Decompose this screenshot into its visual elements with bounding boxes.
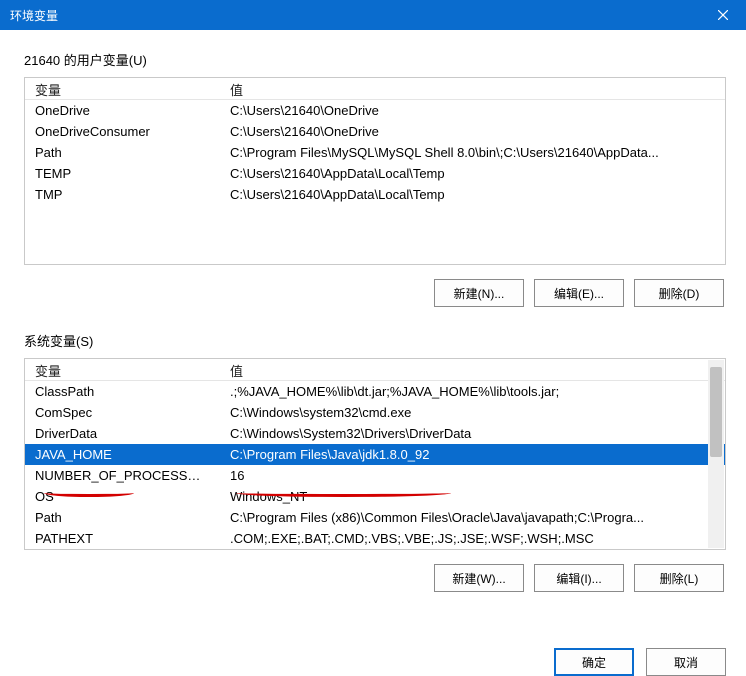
ok-button[interactable]: 确定 <box>554 648 634 676</box>
user-variables-table[interactable]: 变量 值 OneDriveC:\Users\21640\OneDriveOneD… <box>24 77 726 265</box>
column-header-variable[interactable]: 变量 <box>25 359 220 380</box>
user-button-row: 新建(N)... 编辑(E)... 删除(D) <box>24 279 726 307</box>
table-row[interactable]: PathC:\Program Files\MySQL\MySQL Shell 8… <box>25 142 725 163</box>
column-header-value[interactable]: 值 <box>220 78 725 99</box>
column-header-value[interactable]: 值 <box>220 359 725 380</box>
table-row[interactable]: DriverDataC:\Windows\System32\Drivers\Dr… <box>25 423 725 444</box>
cell-variable: TEMP <box>25 163 220 184</box>
scrollbar-thumb[interactable] <box>710 367 722 457</box>
system-new-button[interactable]: 新建(W)... <box>434 564 524 592</box>
cell-variable: OS <box>25 486 220 507</box>
close-button[interactable] <box>700 0 746 30</box>
cell-variable: OneDriveConsumer <box>25 121 220 142</box>
system-button-row: 新建(W)... 编辑(I)... 删除(L) <box>24 564 726 592</box>
user-new-button[interactable]: 新建(N)... <box>434 279 524 307</box>
user-section-label: 21640 的用户变量(U) <box>24 50 726 69</box>
cell-value: C:\Program Files\Java\jdk1.8.0_92 <box>220 444 725 465</box>
cell-value: 16 <box>220 465 725 486</box>
table-row[interactable]: OneDriveConsumerC:\Users\21640\OneDrive <box>25 121 725 142</box>
cell-variable: DriverData <box>25 423 220 444</box>
close-icon <box>718 10 728 20</box>
table-row[interactable]: TEMPC:\Users\21640\AppData\Local\Temp <box>25 163 725 184</box>
cell-variable: PATHEXT <box>25 528 220 549</box>
system-delete-button[interactable]: 删除(L) <box>634 564 724 592</box>
cell-value: C:\Program Files (x86)\Common Files\Orac… <box>220 507 725 528</box>
cell-value: C:\Users\21640\AppData\Local\Temp <box>220 163 725 184</box>
table-row[interactable]: ComSpecC:\Windows\system32\cmd.exe <box>25 402 725 423</box>
cell-value: C:\Windows\system32\cmd.exe <box>220 402 725 423</box>
cell-variable: ClassPath <box>25 381 220 402</box>
cell-value: C:\Users\21640\OneDrive <box>220 100 725 121</box>
dialog-content: 21640 的用户变量(U) 变量 值 OneDriveC:\Users\216… <box>0 30 746 592</box>
cell-variable: NUMBER_OF_PROCESSORS <box>25 465 220 486</box>
cell-value: C:\Users\21640\AppData\Local\Temp <box>220 184 725 205</box>
window-title: 环境变量 <box>10 7 58 24</box>
cell-value: .COM;.EXE;.BAT;.CMD;.VBS;.VBE;.JS;.JSE;.… <box>220 528 725 549</box>
cell-value: C:\Users\21640\OneDrive <box>220 121 725 142</box>
column-header-variable[interactable]: 变量 <box>25 78 220 99</box>
cell-variable: TMP <box>25 184 220 205</box>
table-row[interactable]: NUMBER_OF_PROCESSORS16 <box>25 465 725 486</box>
user-edit-button[interactable]: 编辑(E)... <box>534 279 624 307</box>
table-row[interactable]: TMPC:\Users\21640\AppData\Local\Temp <box>25 184 725 205</box>
cell-value: .;%JAVA_HOME%\lib\dt.jar;%JAVA_HOME%\lib… <box>220 381 725 402</box>
dialog-button-row: 确定 取消 <box>554 648 726 676</box>
table-row[interactable]: JAVA_HOMEC:\Program Files\Java\jdk1.8.0_… <box>25 444 725 465</box>
titlebar: 环境变量 <box>0 0 746 30</box>
table-row[interactable]: ClassPath.;%JAVA_HOME%\lib\dt.jar;%JAVA_… <box>25 381 725 402</box>
system-table-header: 变量 值 <box>25 359 725 381</box>
cancel-button[interactable]: 取消 <box>646 648 726 676</box>
cell-variable: OneDrive <box>25 100 220 121</box>
table-row[interactable]: OneDriveC:\Users\21640\OneDrive <box>25 100 725 121</box>
cell-variable: Path <box>25 142 220 163</box>
table-row[interactable]: PathC:\Program Files (x86)\Common Files\… <box>25 507 725 528</box>
cell-variable: ComSpec <box>25 402 220 423</box>
cell-variable: JAVA_HOME <box>25 444 220 465</box>
user-table-header: 变量 值 <box>25 78 725 100</box>
table-row[interactable]: PATHEXT.COM;.EXE;.BAT;.CMD;.VBS;.VBE;.JS… <box>25 528 725 549</box>
cell-value: C:\Windows\System32\Drivers\DriverData <box>220 423 725 444</box>
system-section-label: 系统变量(S) <box>24 331 726 350</box>
cell-variable: Path <box>25 507 220 528</box>
cell-value: C:\Program Files\MySQL\MySQL Shell 8.0\b… <box>220 142 725 163</box>
user-delete-button[interactable]: 删除(D) <box>634 279 724 307</box>
system-variables-table[interactable]: 变量 值 ClassPath.;%JAVA_HOME%\lib\dt.jar;%… <box>24 358 726 550</box>
system-edit-button[interactable]: 编辑(I)... <box>534 564 624 592</box>
